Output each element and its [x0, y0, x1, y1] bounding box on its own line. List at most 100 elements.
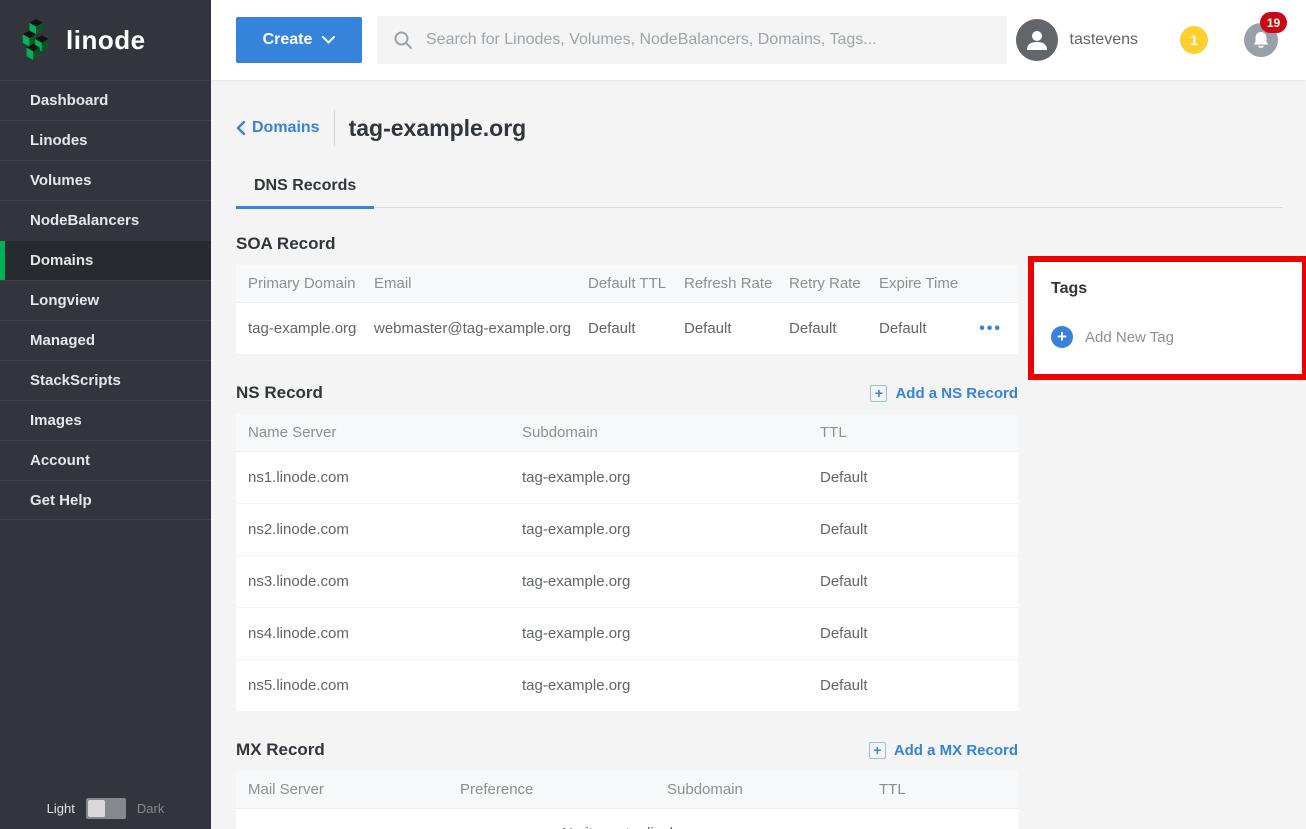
ns-table-row: ns4.linode.com tag-example.org Default	[236, 608, 1018, 660]
mx-section-title: MX Record	[236, 740, 325, 760]
ns-ttl: Default	[820, 521, 1018, 538]
search-icon	[393, 30, 413, 50]
notification-count-badge: 19	[1260, 12, 1287, 33]
soa-retry-rate: Default	[789, 320, 879, 337]
ns-table-row: ns1.linode.com tag-example.org Default	[236, 452, 1018, 504]
avatar	[1016, 19, 1058, 61]
theme-dark-label: Dark	[137, 801, 164, 816]
ns-name-server: ns1.linode.com	[248, 469, 522, 486]
ns-name-server: ns4.linode.com	[248, 625, 522, 642]
add-mx-record-label: Add a MX Record	[894, 742, 1018, 759]
soa-col-refresh-rate: Refresh Rate	[684, 275, 789, 292]
soa-col-primary-domain: Primary Domain	[248, 275, 374, 292]
soa-col-retry-rate: Retry Rate	[789, 275, 879, 292]
search-input[interactable]	[426, 31, 991, 49]
tab-bar: DNS Records	[236, 166, 1283, 208]
ns-subdomain: tag-example.org	[522, 469, 820, 486]
add-new-tag-button[interactable]: + Add New Tag	[1051, 326, 1285, 348]
ns-ttl: Default	[820, 469, 1018, 486]
mx-col-mail-server: Mail Server	[248, 781, 460, 798]
sidebar-item-volumes[interactable]: Volumes	[0, 160, 211, 200]
ns-section-title: NS Record	[236, 383, 323, 403]
notifications-button[interactable]: 19	[1244, 23, 1278, 57]
create-button[interactable]: Create	[236, 17, 362, 63]
username: tastevens	[1070, 31, 1138, 49]
soa-primary-domain: tag-example.org	[248, 320, 374, 337]
tab-dns-records[interactable]: DNS Records	[236, 166, 374, 209]
ns-record-section: NS Record + Add a NS Record Name Server …	[236, 381, 1018, 712]
soa-refresh-rate: Default	[684, 320, 789, 337]
linode-logo[interactable]: linode	[0, 0, 211, 80]
sidebar-item-longview[interactable]: Longview	[0, 280, 211, 320]
add-mx-record-button[interactable]: + Add a MX Record	[869, 742, 1018, 759]
soa-record-section: SOA Record Primary Domain Email Default …	[236, 232, 1018, 355]
ns-ttl: Default	[820, 573, 1018, 590]
topbar: Create tastevens 1 19	[211, 0, 1306, 80]
mx-table: Mail Server Preference Subdomain TTL No …	[236, 771, 1018, 829]
breadcrumb: Domains tag-example.org	[236, 110, 1283, 146]
mx-empty-message: No items to display.	[236, 809, 1018, 829]
ns-table-row: ns5.linode.com tag-example.org Default	[236, 660, 1018, 712]
records-column: SOA Record Primary Domain Email Default …	[236, 232, 1018, 829]
theme-light-label: Light	[47, 801, 75, 816]
add-ns-record-button[interactable]: + Add a NS Record	[870, 385, 1018, 402]
mx-col-preference: Preference	[460, 781, 667, 798]
linode-cloud-manager: linode Dashboard Linodes Volumes NodeBal…	[0, 0, 1306, 829]
ns-table-row: ns2.linode.com tag-example.org Default	[236, 504, 1018, 556]
theme-toggle-switch[interactable]	[86, 798, 126, 819]
ns-name-server: ns2.linode.com	[248, 521, 522, 538]
sidebar-item-nodebalancers[interactable]: NodeBalancers	[0, 200, 211, 240]
page-title: tag-example.org	[349, 115, 527, 142]
sidebar-item-domains[interactable]: Domains	[0, 240, 211, 280]
sidebar-item-account[interactable]: Account	[0, 440, 211, 480]
sidebar-item-linodes[interactable]: Linodes	[0, 120, 211, 160]
soa-col-email: Email	[374, 275, 588, 292]
soa-section-title: SOA Record	[236, 234, 336, 254]
soa-default-ttl: Default	[588, 320, 684, 337]
soa-expire-time: Default	[879, 320, 979, 337]
community-badge[interactable]: 1	[1180, 26, 1208, 54]
soa-email: webmaster@tag-example.org	[374, 320, 588, 337]
ns-name-server: ns3.linode.com	[248, 573, 522, 590]
sidebar-item-dashboard[interactable]: Dashboard	[0, 80, 211, 120]
sidebar-item-images[interactable]: Images	[0, 400, 211, 440]
sidebar-item-get-help[interactable]: Get Help	[0, 480, 211, 520]
ns-subdomain: tag-example.org	[522, 573, 820, 590]
plus-circle-icon: +	[1051, 326, 1073, 348]
mx-col-subdomain: Subdomain	[667, 781, 879, 798]
soa-table: Primary Domain Email Default TTL Refresh…	[236, 265, 1018, 355]
main-content: Domains tag-example.org DNS Records SOA …	[211, 80, 1306, 829]
tags-panel-highlight: Tags + Add New Tag	[1028, 256, 1306, 380]
ns-col-name-server: Name Server	[248, 424, 522, 441]
chevron-left-icon	[236, 121, 245, 135]
mx-col-ttl: TTL	[879, 781, 1018, 798]
soa-table-row: tag-example.org webmaster@tag-example.or…	[236, 303, 1018, 355]
soa-col-default-ttl: Default TTL	[588, 275, 684, 292]
theme-toggle: Light Dark	[0, 798, 211, 819]
ns-ttl: Default	[820, 625, 1018, 642]
add-new-tag-label: Add New Tag	[1085, 329, 1174, 346]
sidebar-item-managed[interactable]: Managed	[0, 320, 211, 360]
add-square-icon: +	[869, 742, 886, 759]
breadcrumb-back-label: Domains	[252, 119, 320, 137]
ns-subdomain: tag-example.org	[522, 677, 820, 694]
tags-panel-title: Tags	[1051, 280, 1285, 298]
right-rail: Tags + Add New Tag	[1028, 256, 1296, 829]
user-menu[interactable]: tastevens	[1016, 19, 1138, 61]
sidebar-item-stackscripts[interactable]: StackScripts	[0, 360, 211, 400]
breadcrumb-back-link[interactable]: Domains	[236, 119, 320, 137]
soa-actions-menu-icon[interactable]: •••	[979, 320, 1002, 338]
sidebar-nav: Dashboard Linodes Volumes NodeBalancers …	[0, 80, 211, 520]
sidebar: linode Dashboard Linodes Volumes NodeBal…	[0, 0, 211, 829]
soa-col-expire-time: Expire Time	[879, 275, 979, 292]
ns-subdomain: tag-example.org	[522, 625, 820, 642]
mx-record-section: MX Record + Add a MX Record Mail Server …	[236, 738, 1018, 829]
ns-ttl: Default	[820, 677, 1018, 694]
add-square-icon: +	[870, 385, 887, 402]
brand-name: linode	[66, 25, 146, 56]
global-search[interactable]	[377, 16, 1007, 64]
linode-cubes-icon	[22, 19, 56, 61]
ns-name-server: ns5.linode.com	[248, 677, 522, 694]
tags-panel: Tags + Add New Tag	[1034, 262, 1302, 374]
ns-subdomain: tag-example.org	[522, 521, 820, 538]
